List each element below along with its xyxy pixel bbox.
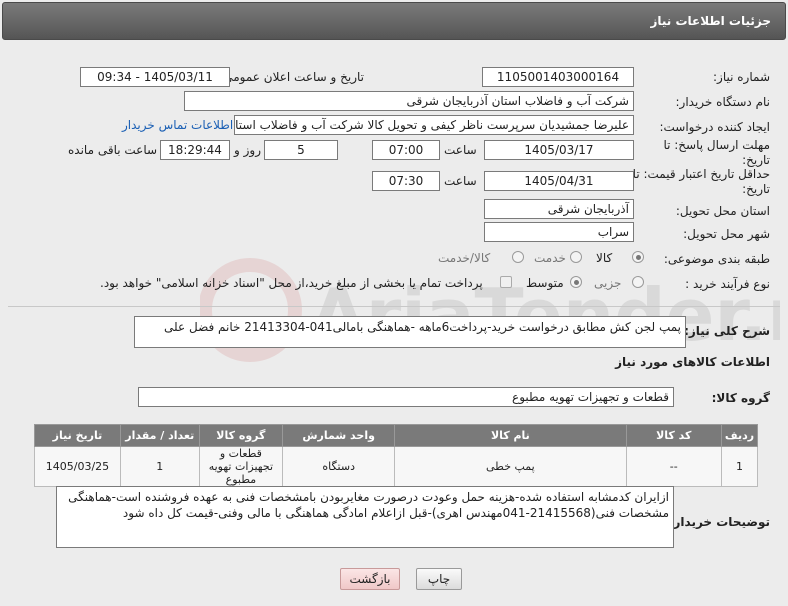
price-validity-time-label: ساعت [444,174,477,188]
table-row: 1 -- پمپ خطی دستگاه قطعات و تجهیزات تهوی… [34,446,759,487]
price-validity-date-field: 1405/04/31 [484,171,634,191]
deadline-label: مهلت ارسال پاسخ: تا تاریخ: [663,138,770,167]
process-option-minor: جزیی [594,276,622,290]
general-desc-field: پمپ لجن کش مطابق درخواست خرید-پرداخت6ماه… [134,316,686,348]
print-button[interactable]: چاپ [416,568,462,590]
process-label: نوع فرآیند خرید : [685,277,770,291]
goods-group-label: گروه کالا: [711,391,770,405]
buyer-contact-link[interactable]: اطلاعات تماس خریدار [122,118,233,132]
back-button[interactable]: بازگشت [340,568,400,590]
deadline-time-label: ساعت [444,143,477,157]
city-field: سراب [484,222,634,242]
goods-info-title: اطلاعات کالاهای مورد نیاز [615,355,770,369]
general-desc-label: شرح کلی نیاز: [684,324,770,338]
category-option-both: کالا/خدمت [438,251,491,265]
payment-checkbox[interactable] [500,276,512,288]
process-radio-medium[interactable] [570,276,582,288]
remaining-time-field: 18:29:44 [160,140,230,160]
table-header-row: ردیف کد کالا نام کالا واحد شمارش گروه کا… [34,424,759,447]
province-label: استان محل تحویل: [675,204,770,218]
price-validity-label: حداقل تاریخ اعتبار قیمت: تا تاریخ: [632,167,770,196]
process-radio-minor[interactable] [632,276,644,288]
deadline-time-field: 07:00 [372,140,440,160]
col-date: تاریخ نیاز [34,424,121,447]
announce-label: تاریخ و ساعت اعلان عمومی: [219,70,364,84]
category-label: طبقه بندی موضوعی: [663,252,770,266]
goods-table: ردیف کد کالا نام کالا واحد شمارش گروه کا… [34,424,759,487]
category-radio-both[interactable] [512,251,524,263]
category-radio-service[interactable] [570,251,582,263]
creator-field: علیرضا جمشیدیان سرپرست ناظر کیفی و تحویل… [234,115,634,135]
days-label: روز و [234,143,261,157]
need-number-field: 1105001403000164 [482,67,634,87]
process-option-medium: متوسط [526,276,564,290]
category-radio-goods[interactable] [632,251,644,263]
cell-group: قطعات و تجهیزات تهویه مطبوع [198,446,284,487]
col-name: نام کالا [394,424,627,447]
payment-note: پرداخت تمام یا بخشی از مبلغ خرید،از محل … [100,276,483,290]
deadline-date-field: 1405/03/17 [484,140,634,160]
buyer-notes-label: توضیحات خریدار: [668,515,770,529]
province-field: آذربایجان شرقی [484,199,634,219]
cell-name: پمپ خطی [394,446,627,487]
col-row: ردیف [720,424,759,447]
cell-date: 1405/03/25 [34,446,121,487]
cell-quantity: 1 [119,446,200,487]
announce-field: 1405/03/11 - 09:34 [80,67,230,87]
category-option-service: خدمت [534,251,566,265]
buyer-notes-field: ازایران کدمشابه استفاده شده-هزینه حمل وع… [56,486,674,548]
category-option-goods: کالا [596,251,613,265]
col-quantity: تعداد / مقدار [119,424,200,447]
days-field: 5 [264,140,338,160]
creator-label: ایجاد کننده درخواست: [659,120,770,134]
page-title: جزئیات اطلاعات نیاز [650,14,771,28]
page-header: جزئیات اطلاعات نیاز [2,2,786,40]
need-number-label: شماره نیاز: [713,70,770,84]
cell-row: 1 [720,446,759,487]
col-code: کد کالا [625,424,722,447]
cell-code: -- [625,446,722,487]
col-group: گروه کالا [198,424,284,447]
goods-group-field: قطعات و تجهیزات تهویه مطبوع [138,387,674,407]
col-unit: واحد شمارش [282,424,396,447]
buyer-org-label: نام دستگاه خریدار: [675,95,771,109]
price-validity-time-field: 07:30 [372,171,440,191]
cell-unit: دستگاه [282,446,396,487]
city-label: شهر محل تحویل: [683,227,770,241]
remaining-label: ساعت باقی مانده [68,143,158,157]
buyer-org-field: شرکت آب و فاضلاب استان آذربایجان شرقی [184,91,634,111]
divider [8,306,780,307]
